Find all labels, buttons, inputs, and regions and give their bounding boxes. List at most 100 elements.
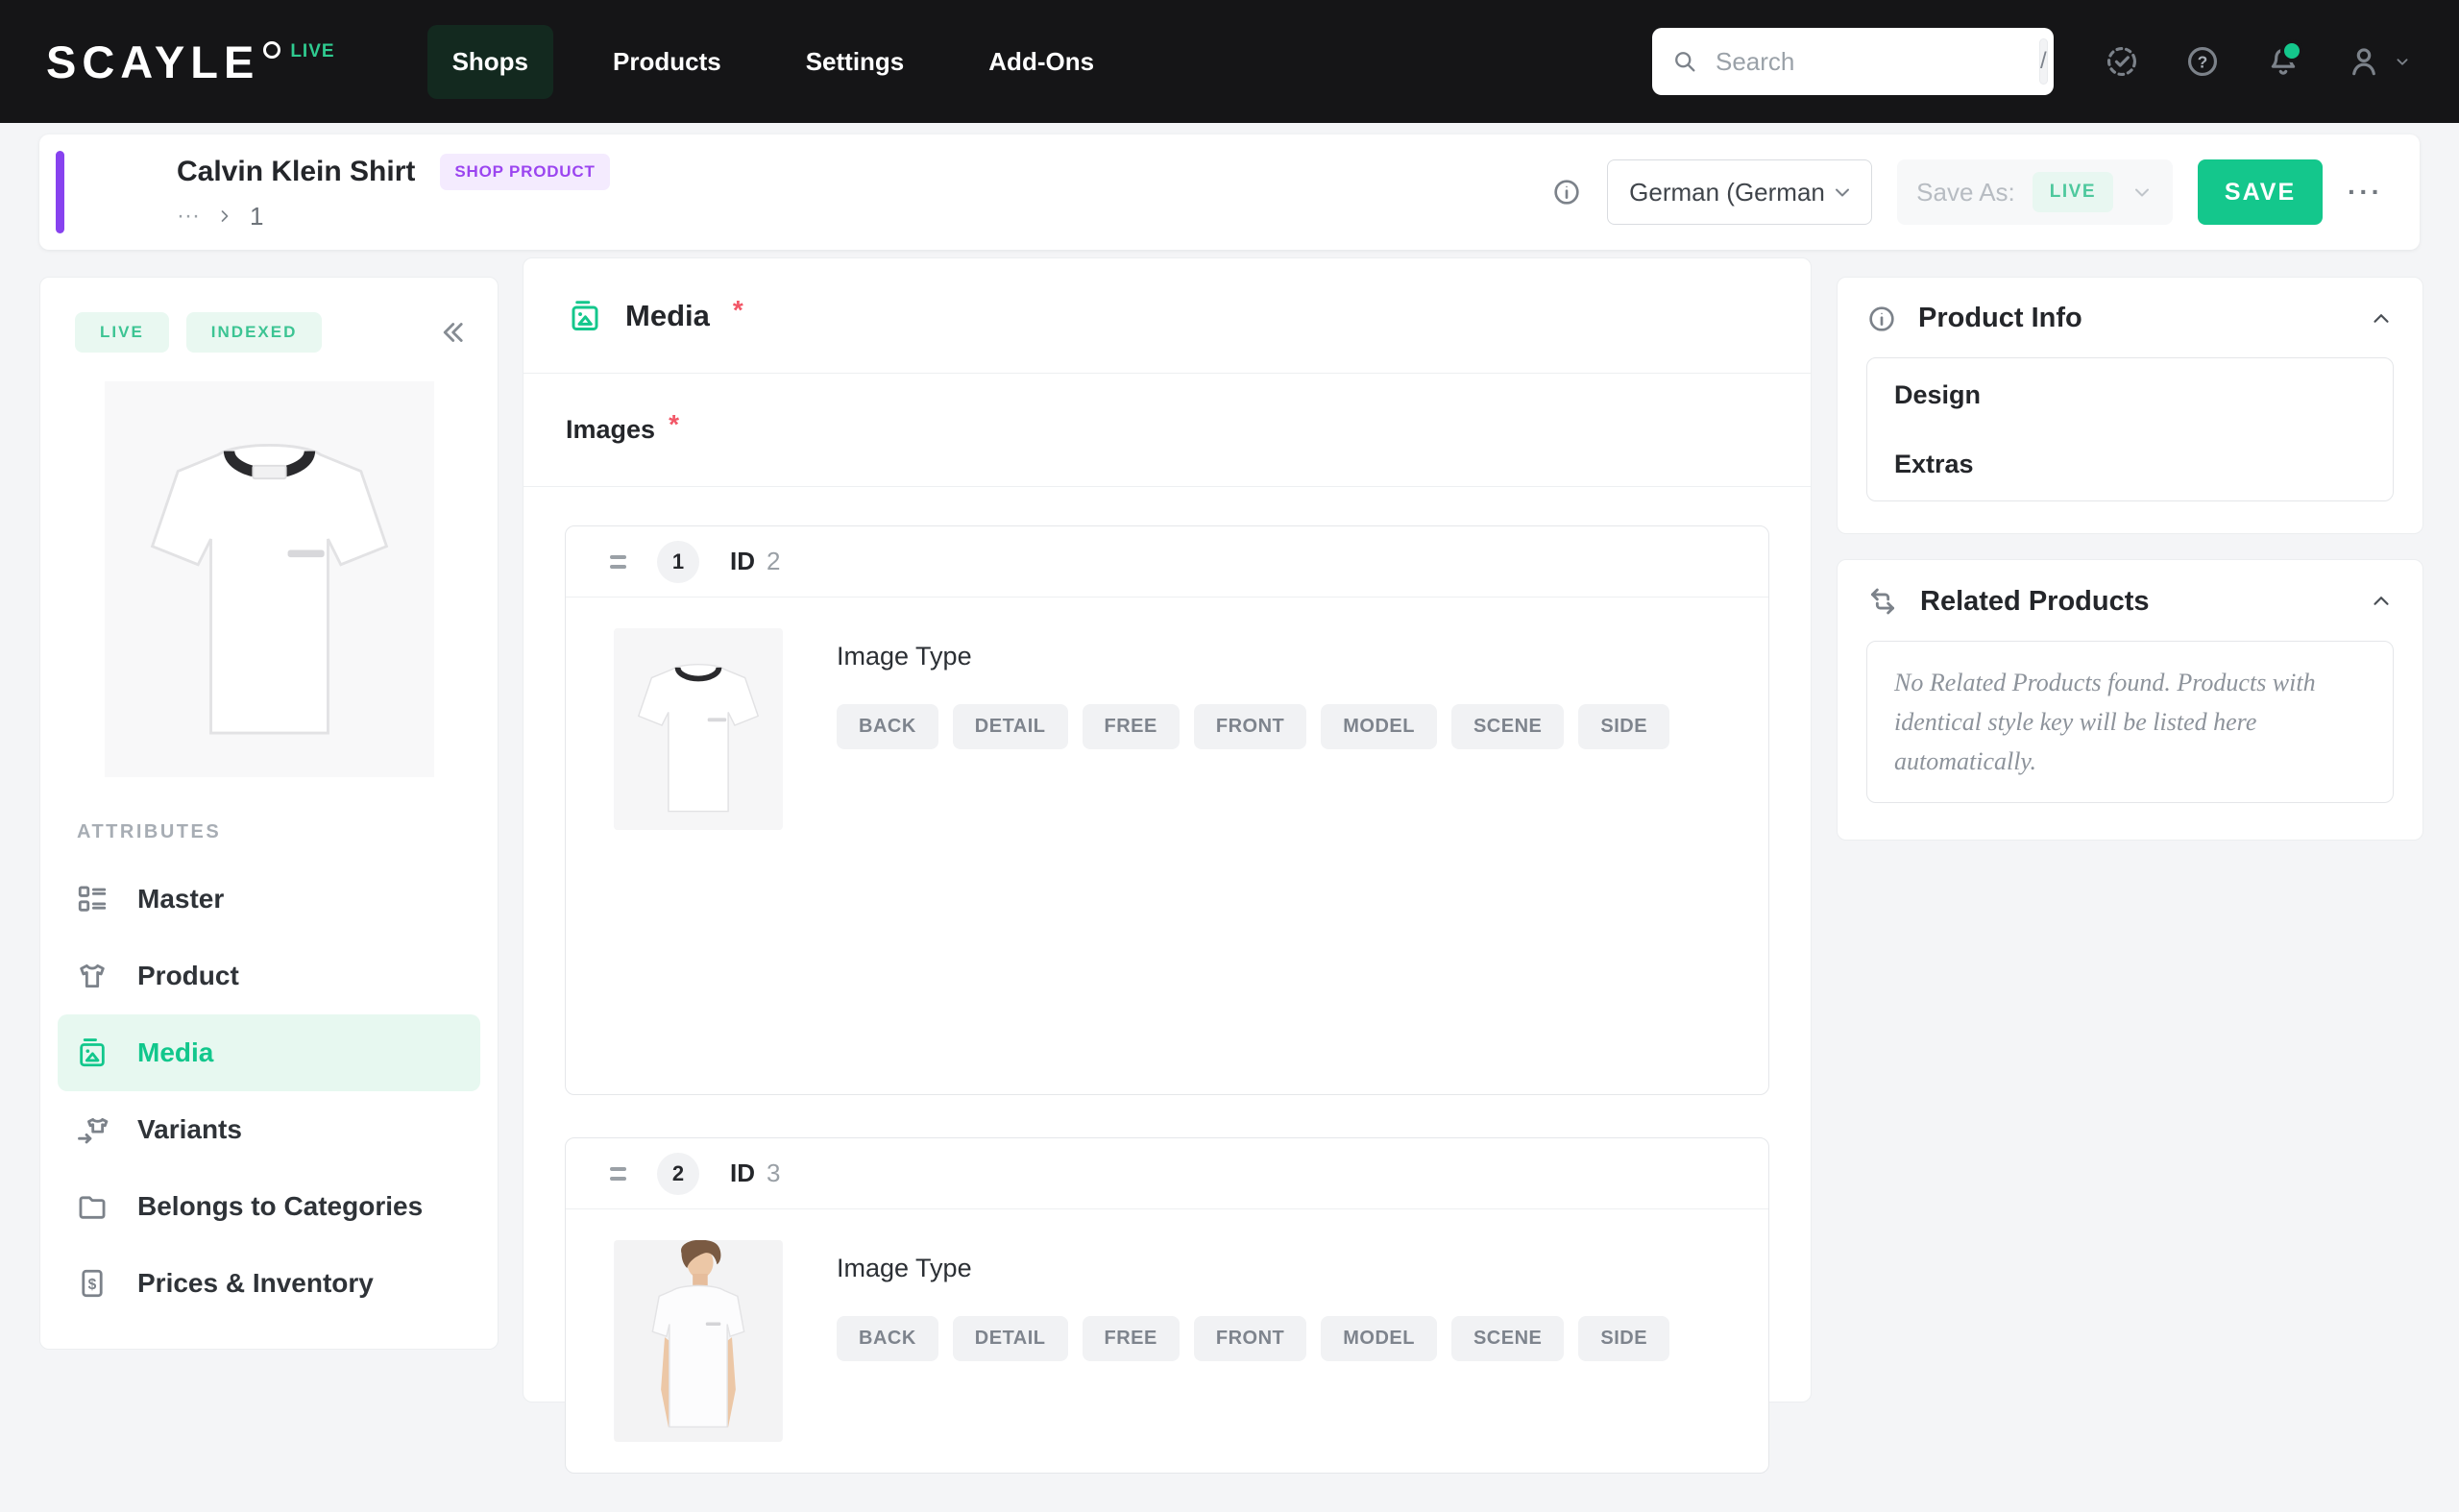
image-type-options: BACK DETAIL FREE FRONT MODEL SCENE SIDE [837, 1316, 1669, 1361]
sidebar-item-variants[interactable]: Variants [58, 1091, 480, 1168]
media-panel: Media * Images * 1 ID 2 [523, 257, 1812, 1402]
chevron-up-icon[interactable] [2369, 589, 2394, 614]
nav-item-shops[interactable]: Shops [427, 25, 553, 99]
save-as-dropdown[interactable]: Save As: LIVE [1897, 159, 2173, 225]
sidebar-item-prices-inventory[interactable]: $ Prices & Inventory [58, 1245, 480, 1322]
id-value: 2 [767, 547, 780, 576]
attributes-menu: Master Product Media Variants Belongs to… [40, 851, 498, 1322]
related-products-icon [1866, 585, 1899, 618]
tasks-status-icon[interactable] [2104, 43, 2140, 80]
image-type-options: BACK DETAIL FREE FRONT MODEL SCENE SIDE [837, 704, 1669, 749]
drag-handle-icon[interactable] [610, 555, 626, 569]
status-badge-live: LIVE [75, 312, 169, 353]
attributes-section-label: ATTRIBUTES [77, 821, 498, 843]
image-thumbnail-flat[interactable] [614, 628, 783, 830]
language-dropdown-value: German (German [1629, 178, 1825, 207]
image-card: 1 ID 2 Image Type BACK D [565, 525, 1769, 1095]
user-icon [2346, 43, 2382, 80]
product-info-card: Product Info Design Extras [1837, 277, 2423, 534]
image-type-chip-side[interactable]: SIDE [1578, 704, 1669, 749]
save-as-label: Save As: [1916, 178, 2015, 207]
related-products-empty-message: No Related Products found. Products with… [1894, 663, 2366, 781]
required-mark: * [733, 295, 743, 326]
info-icon[interactable] [1551, 177, 1582, 207]
save-button[interactable]: SAVE [2198, 159, 2323, 225]
account-menu[interactable] [2346, 43, 2413, 80]
position-badge: 1 [657, 541, 699, 583]
chevron-down-icon [1831, 181, 1854, 204]
position-badge: 2 [657, 1153, 699, 1195]
image-type-chip-front[interactable]: FRONT [1194, 1316, 1306, 1361]
media-icon [568, 299, 602, 333]
folder-icon [76, 1190, 109, 1223]
price-document-icon: $ [76, 1267, 109, 1300]
notification-dot [2280, 39, 2303, 62]
image-type-chip-side[interactable]: SIDE [1578, 1316, 1669, 1361]
image-card: 2 ID 3 [565, 1137, 1769, 1474]
image-type-chip-scene[interactable]: SCENE [1451, 704, 1564, 749]
global-search[interactable]: / [1652, 28, 2054, 95]
image-type-chip-back[interactable]: BACK [837, 704, 938, 749]
logo-ring-icon [263, 41, 280, 59]
notifications-bell-icon[interactable] [2265, 43, 2301, 80]
chevron-right-icon [215, 207, 234, 226]
image-type-chip-back[interactable]: BACK [837, 1316, 938, 1361]
shop-product-badge: SHOP PRODUCT [440, 154, 609, 190]
id-value: 3 [767, 1158, 780, 1188]
id-label: ID [730, 547, 755, 576]
sidebar-item-product[interactable]: Product [58, 938, 480, 1014]
save-as-value-badge: LIVE [2033, 172, 2113, 212]
page-title: Calvin Klein Shirt [177, 156, 415, 188]
image-thumbnail-model[interactable] [614, 1240, 783, 1442]
nav-item-settings[interactable]: Settings [781, 25, 930, 99]
chevron-down-icon [2130, 181, 2154, 204]
search-icon [1671, 48, 1698, 75]
media-icon [76, 1036, 109, 1069]
accent-bar [56, 151, 64, 233]
image-card-list: 1 ID 2 Image Type BACK D [523, 487, 1811, 1512]
product-info-link-design[interactable]: Design [1894, 360, 2366, 429]
chevron-down-icon [2392, 51, 2413, 72]
related-products-title: Related Products [1920, 586, 2150, 618]
image-type-chip-free[interactable]: FREE [1083, 704, 1180, 749]
image-type-chip-scene[interactable]: SCENE [1451, 1316, 1564, 1361]
search-input[interactable] [1714, 46, 2039, 78]
image-type-chip-detail[interactable]: DETAIL [953, 1316, 1068, 1361]
section-title: Media [625, 299, 710, 333]
related-products-card: Related Products No Related Products fou… [1837, 559, 2423, 841]
master-icon [76, 883, 109, 915]
product-sidebar: LIVE INDEXED ATTRIBUTES Master Product [39, 277, 499, 1350]
id-label: ID [730, 1158, 755, 1188]
image-type-chip-model[interactable]: MODEL [1321, 1316, 1437, 1361]
product-info-title: Product Info [1918, 303, 2082, 334]
required-mark: * [669, 409, 679, 440]
variants-icon [76, 1113, 109, 1146]
image-type-chip-free[interactable]: FREE [1083, 1316, 1180, 1361]
language-dropdown[interactable]: German (German [1607, 159, 1872, 225]
main-nav: Shops Products Settings Add-Ons [427, 25, 1119, 99]
environment-badge: LIVE [290, 41, 334, 62]
search-shortcut-key: / [2039, 38, 2048, 85]
sidebar-item-master[interactable]: Master [58, 861, 480, 938]
sidebar-item-media[interactable]: Media [58, 1014, 480, 1091]
svg-text:$: $ [88, 1277, 97, 1293]
collapse-sidebar-icon[interactable] [436, 316, 469, 349]
chevron-up-icon[interactable] [2369, 306, 2394, 331]
nav-item-products[interactable]: Products [588, 25, 746, 99]
product-main-photo[interactable] [105, 381, 434, 777]
nav-item-addons[interactable]: Add-Ons [963, 25, 1119, 99]
info-icon [1866, 304, 1897, 334]
product-info-link-extras[interactable]: Extras [1894, 429, 2366, 499]
breadcrumb: ··· 1 [177, 202, 610, 232]
drag-handle-icon[interactable] [610, 1167, 626, 1181]
svg-text:?: ? [2198, 52, 2208, 71]
help-icon[interactable]: ? [2184, 43, 2221, 80]
scayle-logo[interactable]: SCAYLE LIVE [46, 39, 335, 85]
sidebar-item-categories[interactable]: Belongs to Categories [58, 1168, 480, 1245]
image-type-chip-model[interactable]: MODEL [1321, 704, 1437, 749]
image-type-label: Image Type [837, 1254, 1669, 1283]
image-type-chip-detail[interactable]: DETAIL [953, 704, 1068, 749]
product-header: Calvin Klein Shirt SHOP PRODUCT ··· 1 Ge… [39, 134, 2420, 250]
breadcrumb-ellipsis[interactable]: ··· [177, 203, 200, 230]
image-type-chip-front[interactable]: FRONT [1194, 704, 1306, 749]
